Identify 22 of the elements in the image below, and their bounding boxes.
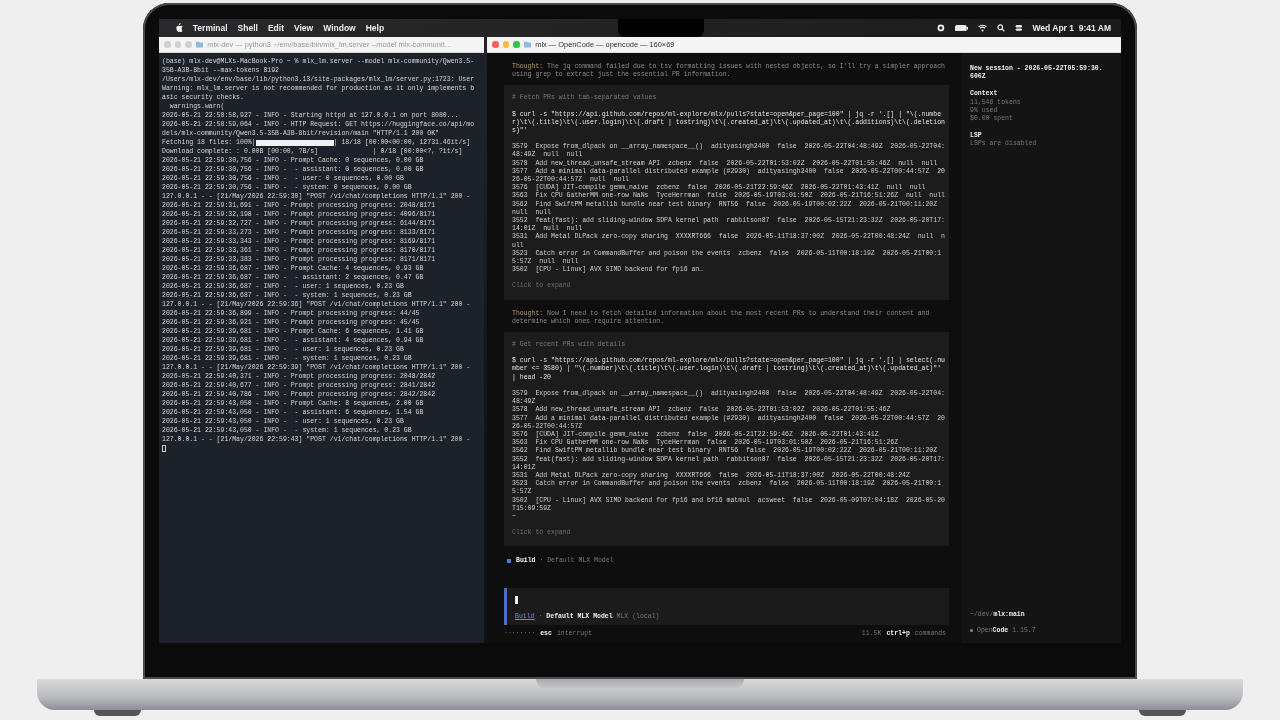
text-cursor	[515, 595, 519, 604]
square-icon	[507, 559, 511, 564]
control-center-icon[interactable]	[1014, 24, 1023, 32]
laptop-foot	[94, 710, 141, 716]
menu-item[interactable]: Shell	[237, 23, 258, 33]
close-button[interactable]	[492, 41, 499, 48]
laptop-foot	[1139, 710, 1186, 716]
folder-icon	[195, 41, 204, 48]
apple-logo-icon[interactable]	[175, 23, 183, 33]
menu-item[interactable]: View	[293, 23, 314, 33]
search-icon[interactable]	[996, 24, 1005, 32]
folder-icon	[523, 41, 532, 48]
app-menu[interactable]: Terminal	[192, 23, 228, 33]
menu-item[interactable]: Window	[323, 23, 356, 33]
menu-bar-clock[interactable]: Wed Apr 1 9:41 AM	[1032, 23, 1111, 33]
battery-icon[interactable]	[954, 24, 968, 32]
terminal-cursor	[162, 445, 166, 452]
status-dot-icon	[970, 629, 973, 633]
record-icon[interactable]	[936, 24, 945, 32]
menu-item[interactable]: Help	[365, 23, 385, 33]
wifi-icon[interactable]	[977, 24, 987, 32]
menu-item[interactable]: Edit	[267, 23, 284, 33]
